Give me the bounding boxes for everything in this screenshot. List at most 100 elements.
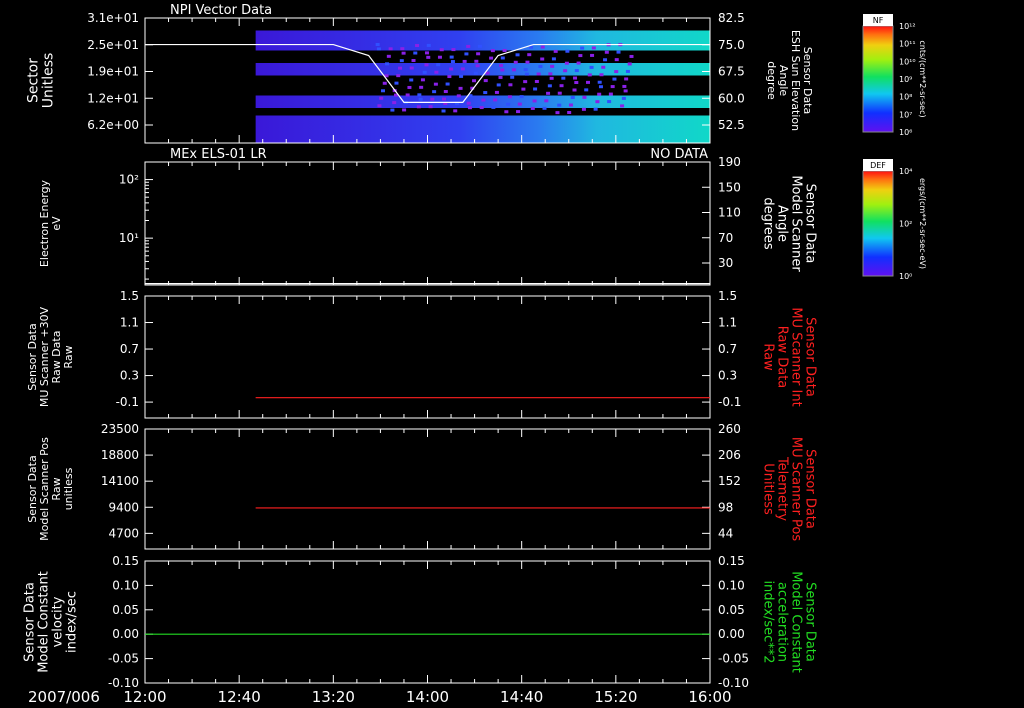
right-tick-label: 1.1 xyxy=(718,316,737,330)
time-tick-label: 14:00 xyxy=(406,688,449,706)
heatmap-cell xyxy=(513,60,518,64)
plot-frame xyxy=(144,428,711,550)
heatmap-cell xyxy=(538,65,543,68)
heatmap-band xyxy=(255,63,710,76)
y-tick-label: 10² xyxy=(119,173,139,187)
left-axis-label-line: Sector xyxy=(25,58,41,103)
right-tick-label: 98 xyxy=(718,500,733,514)
right-tick-label: 0.00 xyxy=(718,627,745,641)
right-tick-label: 260 xyxy=(718,422,741,436)
colorbar-def: DEF 10⁴ 10² 10⁰ ergs/(cm**2-sr-sec-eV) xyxy=(862,159,927,281)
heatmap-cell xyxy=(601,65,606,69)
colorbar-tick-label: 10¹² xyxy=(899,22,916,31)
heatmap-cell xyxy=(587,73,592,77)
right-axis-label-line: Telemetry xyxy=(774,456,789,521)
heatmap-cell xyxy=(426,43,431,47)
heatmap-cell xyxy=(506,102,511,106)
colorbar-tick-label: 10⁰ xyxy=(899,272,912,281)
heatmap-cell xyxy=(445,82,450,86)
heatmap-cell xyxy=(547,84,552,88)
heatmap-cell xyxy=(519,95,524,99)
heatmap-cell xyxy=(388,47,393,51)
heatmap-cell xyxy=(507,95,512,99)
heatmap-cell xyxy=(447,75,452,79)
heatmap-cell xyxy=(533,87,538,91)
heatmap-cell xyxy=(530,106,535,110)
heatmap-cell xyxy=(481,98,486,102)
heatmap-cell xyxy=(411,59,416,63)
heatmap-cell xyxy=(623,89,628,93)
right-axis-label-line: MU Scanner Int xyxy=(788,307,803,406)
heatmap-cell xyxy=(379,96,384,100)
heatmap-cell xyxy=(433,82,438,86)
y-tick-label: -0.1 xyxy=(116,395,139,409)
heatmap-cell xyxy=(489,56,494,60)
left-axis-label-line: Raw xyxy=(62,345,75,368)
heatmap-cell xyxy=(375,43,380,46)
time-tick-label: 16:00 xyxy=(688,688,731,706)
plot-frame xyxy=(144,560,711,684)
right-axis-label-line: Angle xyxy=(774,205,789,242)
heatmap-cell xyxy=(436,63,441,67)
heatmap-cell xyxy=(415,44,420,48)
heatmap-cell xyxy=(500,68,505,72)
heatmap-cell xyxy=(449,55,454,59)
right-tick-label: 206 xyxy=(718,448,741,462)
right-axis-label-line: index/sec**2 xyxy=(760,580,775,663)
heatmap-cell xyxy=(464,52,469,56)
heatmap-cell xyxy=(466,101,471,105)
heatmap-cell xyxy=(574,69,579,73)
heatmap-cell xyxy=(581,107,586,111)
y-tick-label: 1.1 xyxy=(120,316,139,330)
y-tick-label: 10¹ xyxy=(119,231,139,245)
heatmap-cell xyxy=(546,91,551,95)
heatmap-cell xyxy=(449,67,454,71)
colorbar-tick-label: 10⁹ xyxy=(899,75,912,84)
left-axis-label-line: velocity xyxy=(51,596,66,647)
heatmap-cell xyxy=(416,105,421,109)
heatmap-cell xyxy=(394,81,399,85)
heatmap-cell xyxy=(450,60,455,64)
heatmap-cell xyxy=(557,103,562,107)
heatmap-cell xyxy=(500,56,505,60)
y-tick-label: 0.3 xyxy=(120,369,139,383)
right-tick-label: 30 xyxy=(718,256,733,270)
heatmap-cell xyxy=(627,62,632,66)
heatmap-cell xyxy=(407,85,412,89)
heatmap-cell xyxy=(590,53,595,57)
heatmap-cell xyxy=(508,83,513,87)
right-axis-label-line: Raw xyxy=(760,343,775,371)
heatmap-cell xyxy=(437,55,442,59)
right-axis-label-line: Sensor Data xyxy=(802,317,817,397)
heatmap-cell xyxy=(599,73,604,77)
left-axis-label: Sector Unitless xyxy=(25,53,56,109)
heatmap-cell xyxy=(417,93,422,97)
heatmap-cell xyxy=(573,76,578,80)
science-plot-stack: NPI Vector Data 3.1e+01 2.5e+01 1.9e+01 1.2e… xyxy=(23,3,927,706)
colorbar-tick-label: 10¹⁰ xyxy=(899,57,916,66)
y-tick-label: 0.05 xyxy=(112,603,139,617)
right-axis-label-line: degree xyxy=(765,61,778,100)
heatmap-cell xyxy=(477,44,482,48)
right-tick-label: 75.0 xyxy=(718,38,745,52)
heatmap-cell xyxy=(400,47,405,51)
colorbar-unit-text: cnts/(cm**2-sr-sec) xyxy=(918,40,927,117)
right-tick-label: 150 xyxy=(718,180,741,194)
heatmap-cell xyxy=(516,110,521,114)
heatmap-cell xyxy=(532,99,537,103)
left-axis-label: Electron Energy eV xyxy=(38,179,63,267)
panel-4: 23500 18800 14100 9400 4700 260 206 152 98 44 xyxy=(101,422,741,550)
heatmap-cell xyxy=(524,72,529,76)
right-tick-label: 0.10 xyxy=(718,578,745,592)
right-axis-label: Sensor DataESH Sun ElevationAngledegree xyxy=(765,30,814,131)
y-tick-label: 0.00 xyxy=(112,627,139,641)
y-tick-label: 14100 xyxy=(101,474,139,488)
heatmap-cell xyxy=(616,50,621,54)
heatmap-cell xyxy=(439,48,444,52)
heatmap-cell xyxy=(385,62,390,66)
right-axis-label-line: MU Scanner Pos xyxy=(788,437,803,542)
right-axis-label: Sensor DataMU Scanner IntRaw DataRaw xyxy=(760,307,817,406)
y-tick-label: 0.7 xyxy=(120,342,139,356)
heatmap-cell xyxy=(390,108,395,112)
heatmap-cell xyxy=(589,65,594,69)
